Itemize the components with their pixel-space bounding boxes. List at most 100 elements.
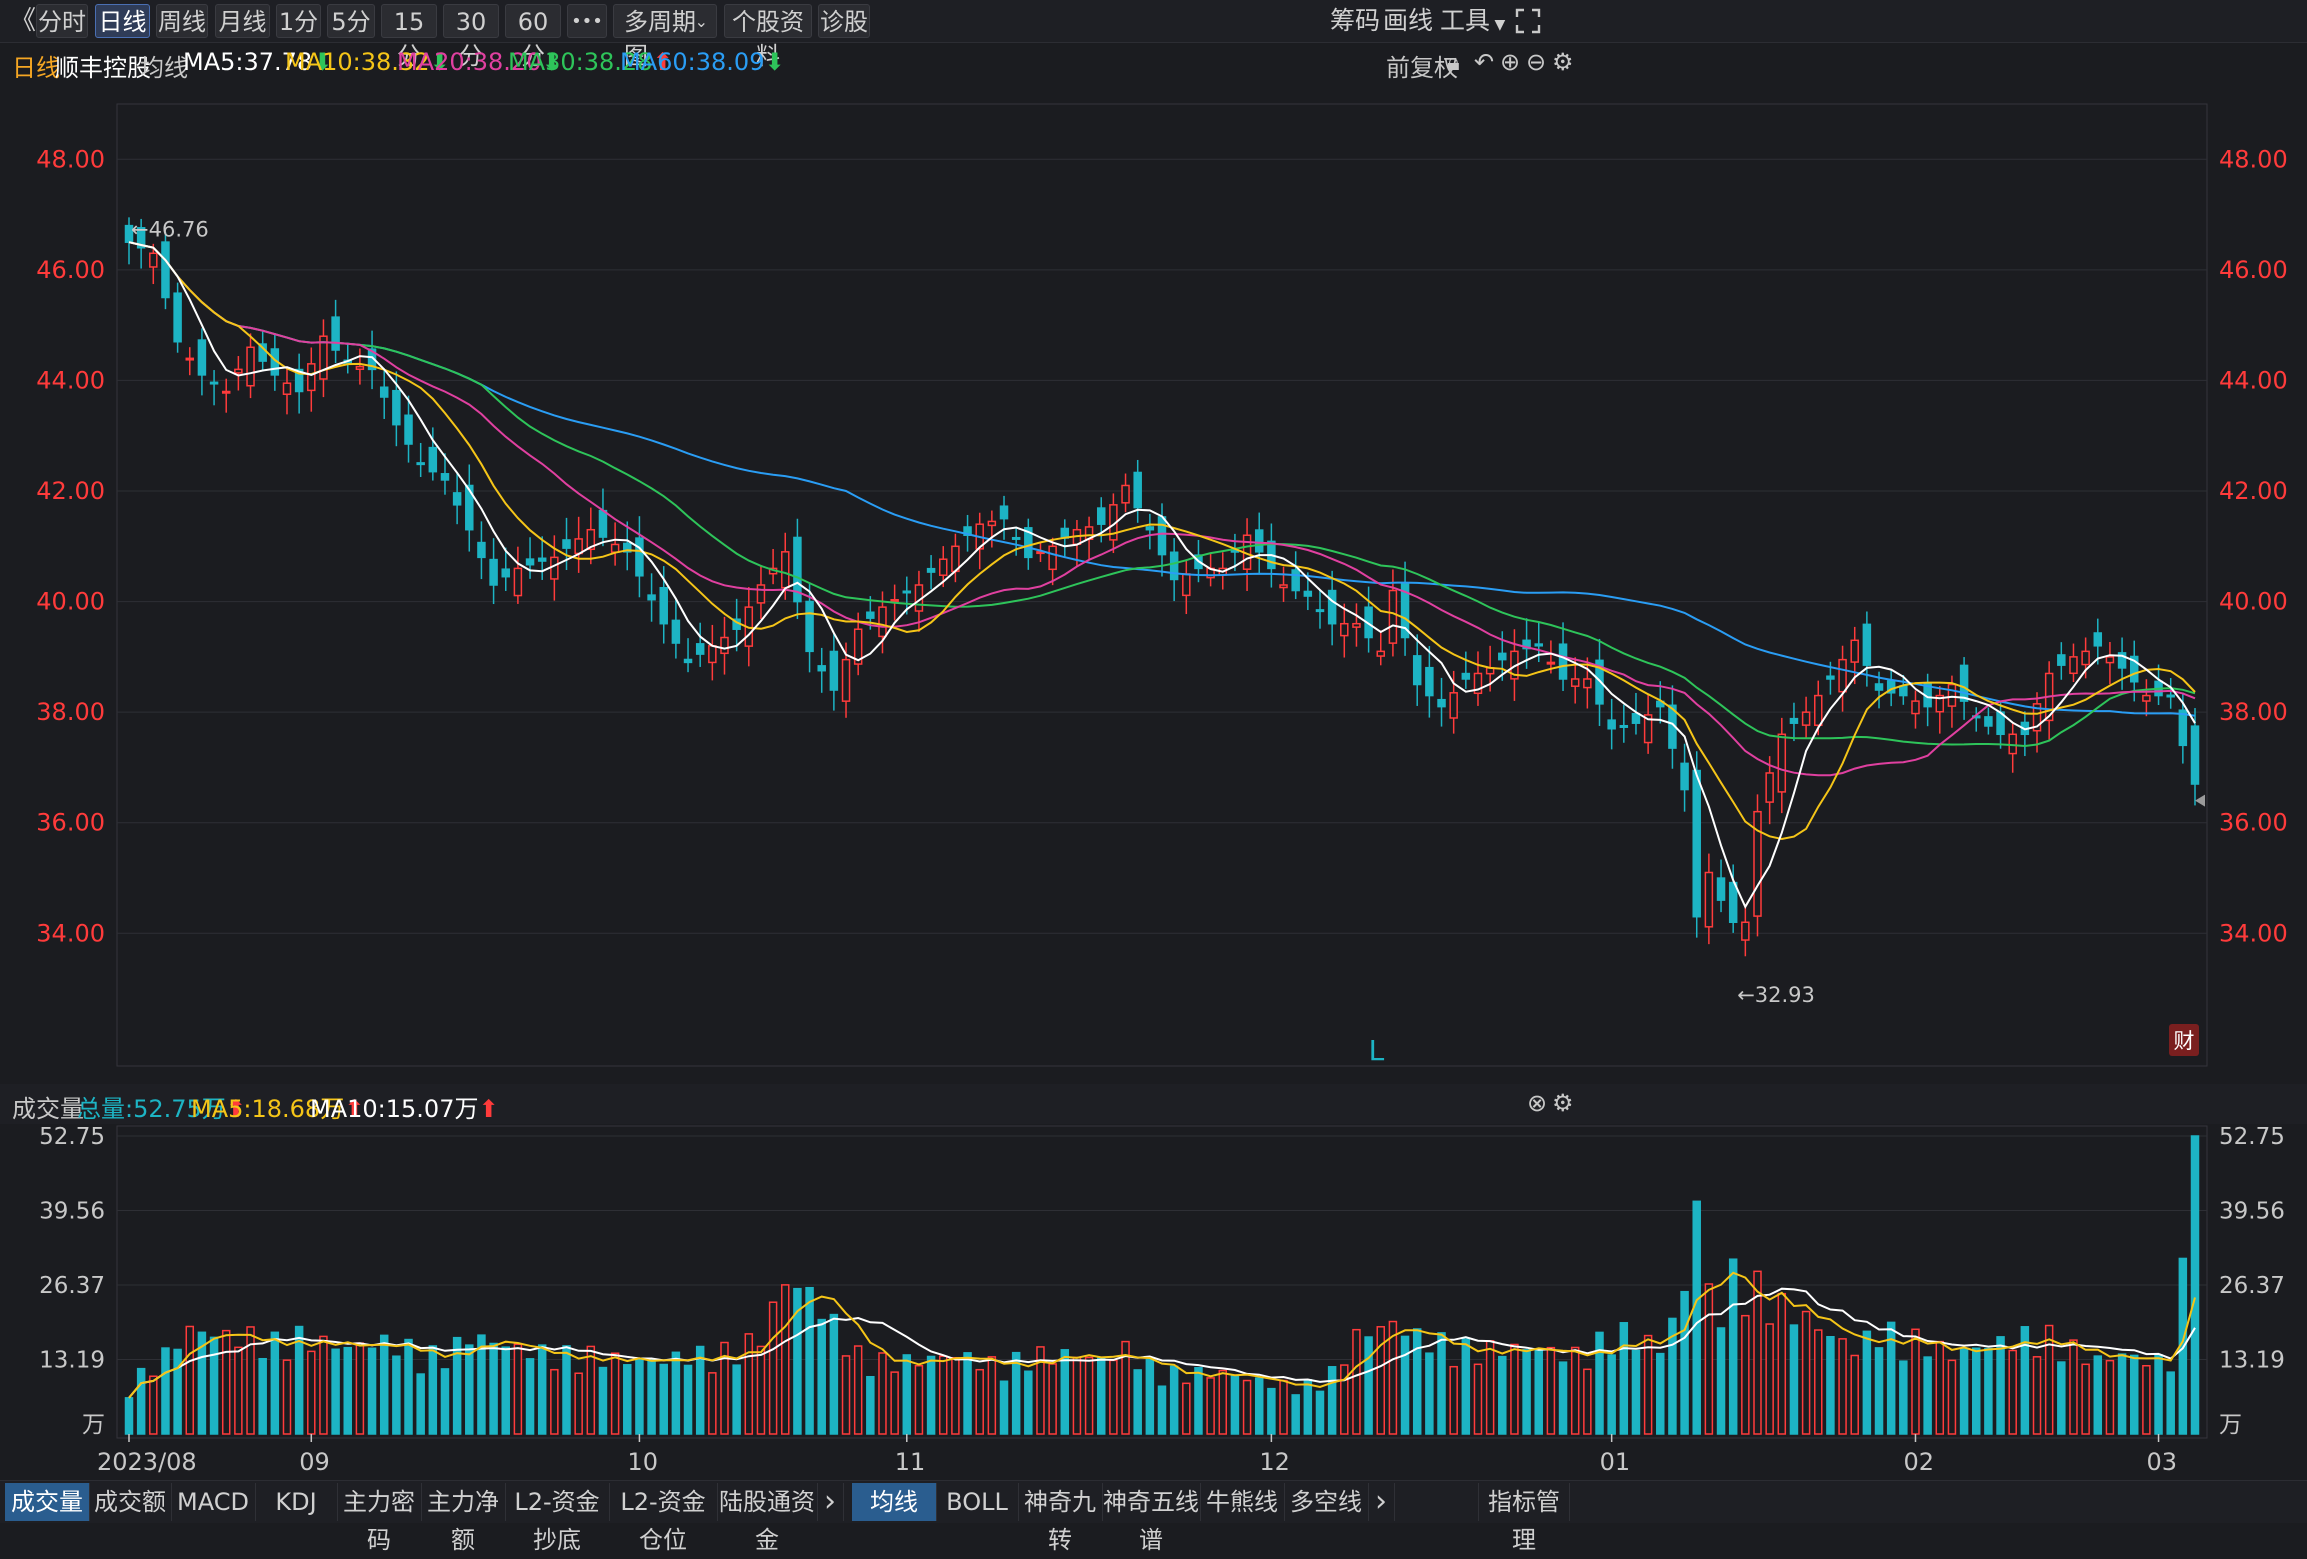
volume-bar bbox=[866, 1375, 875, 1435]
tab-northbound[interactable]: 陆股通资金 bbox=[717, 1483, 818, 1554]
tabs-next-icon[interactable]: › bbox=[817, 1483, 844, 1521]
more-button[interactable]: ••• bbox=[567, 4, 607, 38]
volume-bar bbox=[1607, 1354, 1616, 1435]
zoom-out-icon[interactable]: ⊖ bbox=[1526, 48, 1546, 76]
candle-body bbox=[1984, 716, 1993, 727]
chip-button[interactable]: 筹码 bbox=[1330, 4, 1380, 38]
tab-30min[interactable]: 30分 bbox=[443, 4, 499, 70]
gear-icon[interactable]: ⚙ bbox=[1552, 1089, 1574, 1117]
tab-boll[interactable]: BOLL bbox=[936, 1483, 1019, 1521]
chevron-down-icon: ⌄ bbox=[694, 12, 708, 31]
price-tick-right: 42.00 bbox=[2219, 477, 2288, 505]
tab-ma[interactable]: 均线 bbox=[852, 1483, 937, 1521]
candle-body bbox=[1777, 733, 1787, 793]
tab-main-net[interactable]: 主力净额 bbox=[421, 1483, 506, 1554]
volume-bar bbox=[1279, 1379, 1288, 1435]
candle-body bbox=[2142, 694, 2151, 702]
candle-body bbox=[1959, 664, 1969, 702]
candle-body bbox=[355, 365, 365, 370]
volume-bar bbox=[914, 1364, 924, 1435]
volume-tick-left: 26.37 bbox=[39, 1273, 105, 1299]
tab-kdj[interactable]: KDJ bbox=[255, 1483, 338, 1521]
volume-bar bbox=[489, 1342, 498, 1435]
volume-bar bbox=[1133, 1369, 1142, 1435]
volume-bar bbox=[2032, 1356, 2042, 1435]
volume-bar bbox=[878, 1352, 887, 1435]
price-tick-left: 46.00 bbox=[36, 256, 105, 284]
tabs2-next-icon[interactable]: › bbox=[1368, 1483, 1395, 1521]
candle-body bbox=[1254, 529, 1264, 553]
tab-long-short[interactable]: 多空线 bbox=[1284, 1483, 1369, 1521]
volume-bar bbox=[1230, 1375, 1240, 1435]
tab-l2-position[interactable]: L2-资金仓位 bbox=[609, 1483, 718, 1554]
volume-bar bbox=[1425, 1352, 1434, 1435]
tab-five-lines[interactable]: 神奇五线谱 bbox=[1102, 1483, 1201, 1554]
volume-bar bbox=[781, 1284, 790, 1435]
tab-monthly[interactable]: 月线 bbox=[215, 4, 270, 38]
candle-body bbox=[635, 537, 644, 577]
tab-fenshi[interactable]: 分时 bbox=[36, 4, 88, 38]
multi-period-button[interactable]: 多周期图 ⌄ bbox=[613, 4, 717, 70]
price-chart[interactable]: 48.00 48.00 46.00 46.00 44.00 44.00 42.00 42.00… bbox=[0, 84, 2307, 1084]
tab-macd[interactable]: MACD bbox=[171, 1483, 256, 1521]
diagnose-button[interactable]: 诊股 bbox=[818, 4, 870, 38]
tab-main-code[interactable]: 主力密码 bbox=[337, 1483, 422, 1554]
tools-button[interactable]: 工具 ▼ bbox=[1440, 4, 1505, 38]
volume-bar bbox=[1984, 1347, 1993, 1435]
tab-daily[interactable]: 日线 bbox=[95, 4, 150, 38]
candle-body bbox=[1741, 921, 1750, 941]
volume-bar bbox=[270, 1331, 280, 1435]
lock-icon[interactable]: 🔒︎ bbox=[1447, 48, 1460, 76]
volume-bar bbox=[1971, 1347, 1981, 1435]
candle-body bbox=[1814, 694, 1823, 726]
tab-1min[interactable]: 1分 bbox=[276, 4, 321, 38]
tab-l2-bottom[interactable]: L2-资金抄底 bbox=[505, 1483, 610, 1554]
close-icon[interactable]: ⊗ bbox=[1527, 1089, 1547, 1117]
tab-15min[interactable]: 15分 bbox=[381, 4, 437, 70]
draw-button[interactable]: 画线 bbox=[1383, 4, 1433, 38]
candle-body bbox=[1121, 484, 1130, 504]
tab-td9[interactable]: 神奇九转 bbox=[1018, 1483, 1103, 1554]
candle-body bbox=[1437, 698, 1446, 708]
volume-bar bbox=[671, 1351, 681, 1435]
volume-bar bbox=[1643, 1334, 1653, 1435]
volume-bar bbox=[586, 1345, 596, 1435]
stock-name: 顺丰控股 bbox=[55, 54, 151, 82]
volume-bar bbox=[2154, 1354, 2163, 1435]
volume-bar bbox=[331, 1348, 340, 1435]
zoom-in-icon[interactable]: ⊕ bbox=[1500, 48, 1520, 76]
volume-bar bbox=[768, 1301, 778, 1435]
undo-icon[interactable]: ↶ bbox=[1474, 48, 1494, 76]
tab-bull-bear[interactable]: 牛熊线 bbox=[1200, 1483, 1285, 1521]
volume-bar bbox=[1522, 1349, 1531, 1435]
low-annotation: ←32.93 bbox=[1737, 983, 1815, 1007]
candle-body bbox=[878, 606, 887, 638]
indicator-manage-button[interactable]: 指标管理 bbox=[1478, 1483, 1570, 1554]
volume-bar bbox=[1826, 1336, 1835, 1435]
volume-bar bbox=[1048, 1363, 1057, 1435]
volume-bar bbox=[1291, 1394, 1300, 1435]
volume-chart[interactable]: 52.75 52.75 39.56 39.56 26.37 26.37 13.19 13.19… bbox=[0, 1124, 2307, 1480]
gear-icon[interactable]: ⚙ bbox=[1552, 48, 1574, 76]
candle-body bbox=[1546, 661, 1556, 665]
tab-weekly[interactable]: 周线 bbox=[156, 4, 208, 38]
tab-60min[interactable]: 60分 bbox=[505, 4, 561, 70]
candle-body bbox=[1169, 551, 1179, 581]
volume-bar bbox=[343, 1346, 353, 1435]
candle-body bbox=[1692, 769, 1701, 918]
tab-volume[interactable]: 成交量 bbox=[5, 1483, 90, 1521]
volume-bar bbox=[1510, 1343, 1519, 1435]
tab-5min[interactable]: 5分 bbox=[327, 4, 375, 38]
tab-turnover[interactable]: 成交额 bbox=[89, 1483, 172, 1521]
back-icon[interactable]: 《 bbox=[10, 4, 36, 38]
volume-tick-left: 52.75 bbox=[39, 1124, 105, 1150]
candle-body bbox=[2081, 650, 2090, 666]
candle-body bbox=[537, 557, 547, 562]
price-tick-right: 48.00 bbox=[2219, 145, 2288, 173]
volume-bar bbox=[1364, 1336, 1373, 1435]
candle-body bbox=[331, 316, 340, 351]
candle-body bbox=[695, 643, 705, 655]
stock-profile-button[interactable]: 个股资料 bbox=[724, 4, 812, 70]
fullscreen-icon[interactable] bbox=[1515, 8, 1541, 34]
volume-bar bbox=[1899, 1360, 1908, 1435]
